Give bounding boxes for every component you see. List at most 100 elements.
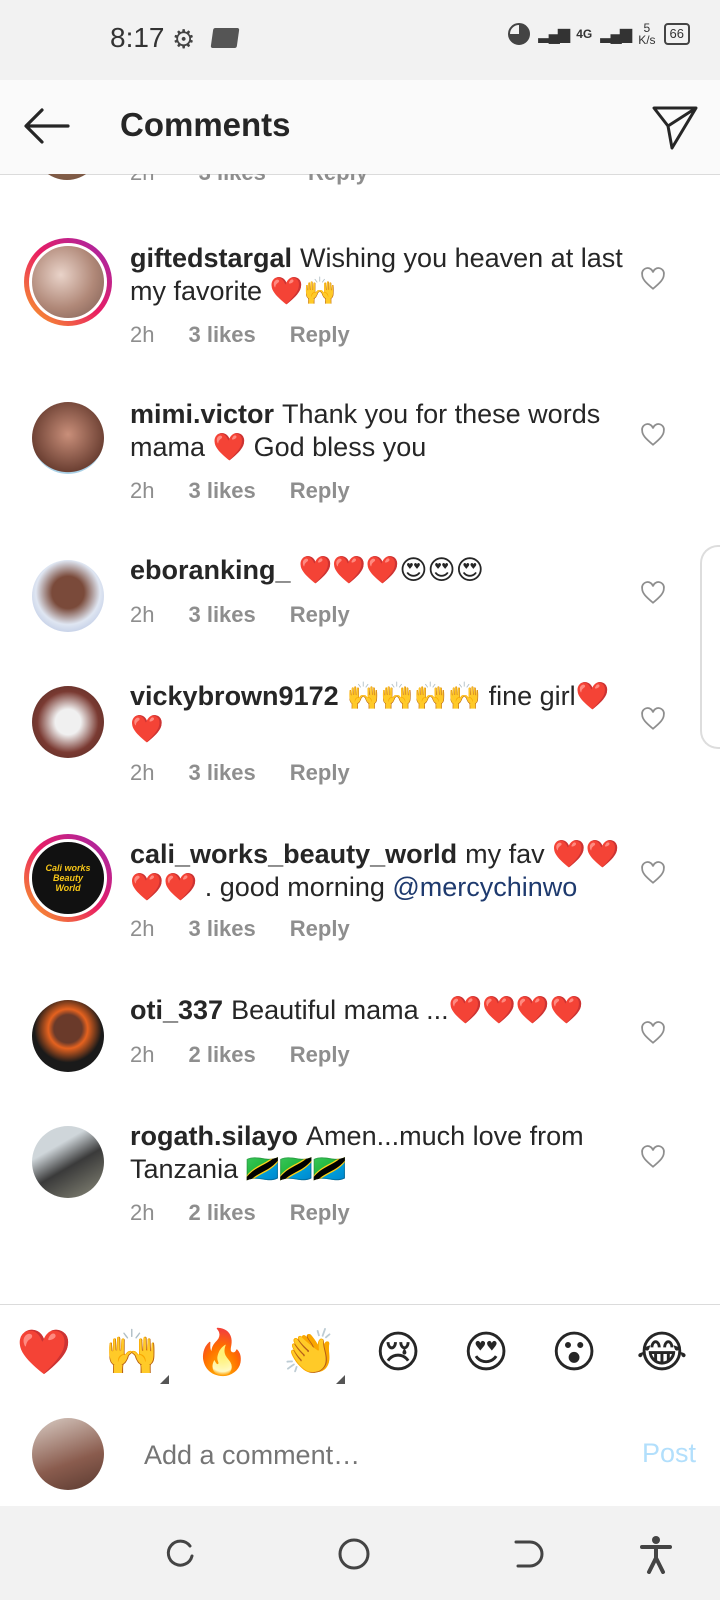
comment-meta: 2h 3 likes Reply bbox=[130, 322, 350, 348]
reply-button[interactable]: Reply bbox=[290, 916, 350, 942]
avatar[interactable] bbox=[34, 174, 100, 180]
comment-time: 2h bbox=[130, 602, 155, 627]
comment-body: rogath.silayo Amen...much love from Tanza… bbox=[130, 1120, 630, 1186]
reply-button[interactable]: Reply bbox=[290, 760, 350, 786]
comment-text: ❤️❤️❤️😍😍😍 bbox=[298, 555, 484, 585]
like-heart-icon[interactable] bbox=[640, 580, 666, 606]
comment-text: Beautiful mama ...❤️❤️❤️❤️ bbox=[231, 995, 584, 1025]
recents-icon[interactable] bbox=[160, 1534, 200, 1574]
emoji-quick-bar: ❤️ 🙌 🔥 👏 😢 😍 😮 😂 bbox=[0, 1304, 720, 1404]
status-time: 8:17 bbox=[110, 22, 165, 53]
avatar-logo-text: Cali works Beauty World bbox=[45, 863, 91, 893]
like-count[interactable]: 2 likes bbox=[188, 1200, 255, 1226]
status-indicators: ▂▄▆ 4G ▂▄▆ 5 K/s 66 bbox=[508, 22, 690, 46]
comment-row-partial: 2h 3 likes Reply bbox=[0, 174, 720, 190]
comment-username[interactable]: mimi.victor bbox=[130, 399, 274, 429]
comment-time: 2h bbox=[130, 174, 154, 185]
sim-card-icon bbox=[210, 28, 240, 48]
mention-link[interactable]: @mercychinwo bbox=[392, 872, 577, 902]
emoji-fire[interactable]: 🔥 bbox=[192, 1325, 252, 1381]
like-heart-icon[interactable] bbox=[640, 422, 666, 448]
like-heart-icon[interactable] bbox=[640, 1020, 666, 1046]
signal-icon: ▂▄▆ bbox=[538, 26, 570, 43]
comment-username[interactable]: oti_337 bbox=[130, 995, 223, 1025]
comment-meta: 2h 2 likes Reply bbox=[130, 1042, 350, 1068]
comment-body: vickybrown9172 🙌🙌🙌🙌 fine girl❤️❤️ bbox=[130, 680, 630, 746]
skin-tone-corner-icon bbox=[336, 1375, 345, 1384]
status-bar: 8:17 ⚙ ▂▄▆ 4G ▂▄▆ 5 K/s 66 bbox=[0, 0, 720, 80]
reply-button[interactable]: Reply bbox=[290, 322, 350, 348]
comment-body: eboranking_ ❤️❤️❤️😍😍😍 bbox=[130, 554, 630, 587]
comment-time: 2h bbox=[130, 916, 155, 941]
emoji-crying[interactable]: 😢 bbox=[368, 1325, 428, 1381]
comment-username[interactable]: cali_works_beauty_world bbox=[130, 839, 457, 869]
like-heart-icon[interactable] bbox=[640, 1144, 666, 1170]
avatar[interactable]: Cali works Beauty World bbox=[24, 834, 112, 922]
avatar[interactable] bbox=[24, 238, 112, 326]
like-count[interactable]: 3 likes bbox=[188, 602, 255, 628]
post-button[interactable]: Post bbox=[642, 1438, 696, 1469]
skin-tone-corner-icon bbox=[160, 1375, 169, 1384]
like-heart-icon[interactable] bbox=[640, 266, 666, 292]
comment-time: 2h bbox=[130, 1200, 155, 1225]
current-user-avatar bbox=[32, 1418, 104, 1490]
home-icon[interactable] bbox=[334, 1534, 374, 1574]
direct-share-icon[interactable] bbox=[650, 102, 700, 152]
avatar[interactable] bbox=[32, 560, 104, 632]
comment-meta: 2h 3 likes Reply bbox=[130, 478, 350, 504]
comment-list[interactable]: 2h 3 likes Reply giftedstargalWishing yo… bbox=[0, 174, 720, 1304]
like-count[interactable]: 2 likes bbox=[188, 1042, 255, 1068]
comment-username[interactable]: giftedstargal bbox=[130, 243, 292, 273]
comment-meta: 2h 3 likes Reply bbox=[130, 174, 368, 186]
reply-button[interactable]: Reply bbox=[290, 1200, 350, 1226]
battery-icon: 66 bbox=[663, 23, 690, 45]
network-type: 4G bbox=[576, 27, 593, 41]
speed-unit: K/s bbox=[638, 33, 656, 47]
like-heart-icon[interactable] bbox=[640, 706, 666, 732]
comment-meta: 2h 3 likes Reply bbox=[130, 760, 350, 786]
comment-time: 2h bbox=[130, 322, 155, 347]
comment-time: 2h bbox=[130, 760, 155, 785]
avatar[interactable] bbox=[32, 402, 104, 474]
emoji-raising-hands[interactable]: 🙌 bbox=[102, 1325, 162, 1381]
comment-body: giftedstargal Wishing you heaven at last … bbox=[130, 242, 630, 308]
emoji-clapping[interactable]: 👏 bbox=[280, 1325, 340, 1381]
reply-button[interactable]: Reply bbox=[290, 602, 350, 628]
comment-input[interactable] bbox=[142, 1432, 606, 1478]
like-count[interactable]: 3 likes bbox=[188, 916, 255, 942]
page-title: Comments bbox=[120, 106, 291, 143]
comments-header: Comments bbox=[0, 80, 720, 175]
accessibility-icon[interactable] bbox=[636, 1534, 676, 1574]
avatar[interactable] bbox=[32, 686, 104, 758]
comment-time: 2h bbox=[130, 478, 155, 503]
comment-username[interactable]: rogath.silayo bbox=[130, 1121, 298, 1151]
like-heart-icon[interactable] bbox=[640, 860, 666, 886]
like-count[interactable]: 3 likes bbox=[188, 478, 255, 504]
comment-meta: 2h 3 likes Reply bbox=[130, 602, 350, 628]
like-count[interactable]: 3 likes bbox=[199, 174, 266, 185]
comment-meta: 2h 2 likes Reply bbox=[130, 1200, 350, 1226]
emoji-laughing[interactable]: 😂 bbox=[632, 1325, 692, 1381]
comment-composer: Post bbox=[0, 1402, 720, 1506]
avatar[interactable] bbox=[32, 1000, 104, 1072]
emoji-heart-eyes[interactable]: 😍 bbox=[456, 1325, 516, 1381]
side-edge-handle[interactable] bbox=[700, 545, 720, 749]
comment-time: 2h bbox=[130, 1042, 155, 1067]
reply-button[interactable]: Reply bbox=[308, 174, 368, 185]
back-arrow-icon[interactable] bbox=[22, 104, 72, 148]
emoji-heart[interactable]: ❤️ bbox=[14, 1325, 74, 1381]
comment-username[interactable]: eboranking_ bbox=[130, 555, 291, 585]
emoji-surprised[interactable]: 😮 bbox=[544, 1325, 604, 1381]
like-count[interactable]: 3 likes bbox=[188, 760, 255, 786]
signal-2-icon: ▂▄▆ bbox=[600, 26, 632, 43]
comment-username[interactable]: vickybrown9172 bbox=[130, 681, 339, 711]
reply-button[interactable]: Reply bbox=[290, 478, 350, 504]
reply-button[interactable]: Reply bbox=[290, 1042, 350, 1068]
comment-body: mimi.victor Thank you for these words mam… bbox=[130, 398, 630, 464]
avatar[interactable] bbox=[32, 1126, 104, 1198]
comment-meta: 2h 3 likes Reply bbox=[130, 916, 350, 942]
back-nav-icon[interactable] bbox=[506, 1534, 546, 1574]
network-speed: 5 K/s bbox=[638, 22, 655, 46]
comment-body: oti_337 Beautiful mama ...❤️❤️❤️❤️ bbox=[130, 994, 630, 1027]
like-count[interactable]: 3 likes bbox=[188, 322, 255, 348]
